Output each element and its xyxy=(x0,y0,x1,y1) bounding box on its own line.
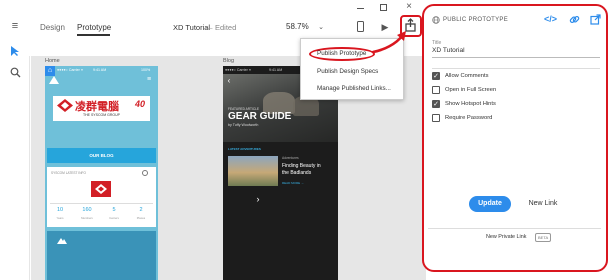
close-icon[interactable]: × xyxy=(404,2,414,12)
status-time: 9:41 AM xyxy=(93,68,107,72)
status-carrier: ●●●●○ Carrier ≡ xyxy=(225,68,251,72)
divider xyxy=(50,203,153,204)
require-password-checkbox[interactable] xyxy=(432,114,440,122)
read-more-link[interactable]: READ MORE → xyxy=(282,181,304,185)
menu-item-publish-prototype[interactable]: Publish Prototype xyxy=(317,50,366,57)
stat-value: 5 xyxy=(112,207,116,213)
stat-label: Centers xyxy=(109,216,119,220)
maximize-icon[interactable] xyxy=(380,4,387,11)
menu-item-publish-design-specs[interactable]: Publish Design Specs xyxy=(317,68,378,75)
publish-panel: PUBLIC PROTOTYPE </> Title XD Tutorial A… xyxy=(422,4,608,272)
title-input[interactable]: XD Tutorial xyxy=(432,47,600,58)
open-external-icon[interactable] xyxy=(590,14,601,25)
new-private-link[interactable]: New Private Link xyxy=(486,234,526,240)
syscom-logo-icon xyxy=(57,99,73,112)
status-battery: 100% xyxy=(141,68,151,72)
require-password-label: Require Password xyxy=(445,115,493,121)
status-time: 9:41 AM xyxy=(269,68,283,72)
artboard-label-home: Home xyxy=(45,58,60,64)
card-logo-icon xyxy=(91,181,111,197)
beta-badge: BETA xyxy=(535,233,552,242)
hamburger-icon[interactable]: ≡ xyxy=(9,21,21,32)
show-hotspot-hints-checkbox[interactable] xyxy=(432,100,440,108)
card-title: SYSCOM LATEST INFO xyxy=(51,171,86,175)
zoom-level[interactable]: 58.7% xyxy=(286,22,309,31)
post-tag: Adventures xyxy=(282,156,299,160)
tab-prototype[interactable]: Prototype xyxy=(77,23,111,32)
post-title: the Badlands xyxy=(282,170,312,176)
divider xyxy=(432,68,600,69)
latest-label: LATEST ADVENTURES xyxy=(228,147,261,151)
status-carrier: ●●●●○ Carrier ≡ xyxy=(57,68,83,72)
active-tab-indicator xyxy=(77,34,110,36)
clock-icon xyxy=(142,170,148,176)
open-full-screen-checkbox[interactable] xyxy=(432,86,440,94)
brand-banner: 凌群電腦 THE SYSCOM GROUP 40 xyxy=(53,96,150,121)
stat-label: Members xyxy=(81,216,93,220)
home-bottom-card xyxy=(47,231,156,280)
our-blog-button[interactable]: OUR BLOG xyxy=(47,148,156,163)
next-icon[interactable]: › xyxy=(254,194,262,204)
tool-rail xyxy=(0,46,30,280)
device-icon[interactable] xyxy=(357,21,364,32)
globe-icon xyxy=(432,16,440,24)
byline: by Tuffy Woolworth xyxy=(228,123,259,127)
back-icon[interactable]: ‹ xyxy=(225,76,233,86)
hero-title: GEAR GUIDE xyxy=(228,111,292,122)
link-icon[interactable] xyxy=(569,14,580,25)
stat-value: 2 xyxy=(139,207,143,213)
stat-label: Places xyxy=(136,216,146,220)
doc-status: Edited xyxy=(215,23,237,32)
panel-heading: PUBLIC PROTOTYPE xyxy=(443,17,509,23)
brand-name: 凌群電腦 xyxy=(75,101,119,113)
open-full-screen-label: Open in Full Screen xyxy=(445,87,497,93)
post-title: Finding Beauty in xyxy=(282,163,321,169)
allow-comments-label: Allow Comments xyxy=(445,73,489,79)
menu-icon[interactable]: ≡ xyxy=(145,75,153,85)
separator: — xyxy=(205,23,213,32)
mountain-icon xyxy=(57,238,67,244)
zoom-icon[interactable] xyxy=(10,67,21,78)
stat-value: 10 xyxy=(56,207,64,213)
chevron-down-icon[interactable]: ⌄ xyxy=(316,23,326,33)
post-thumbnail xyxy=(228,156,278,186)
title-field-label: Title xyxy=(432,40,442,46)
home-icon[interactable]: ⌂ xyxy=(45,66,55,76)
artboard-label-blog: Blog xyxy=(223,58,235,64)
stat-label: Years xyxy=(56,216,64,220)
annotation-arrow xyxy=(371,31,406,54)
new-link-button[interactable]: New Link xyxy=(524,198,562,210)
anniversary-badge: 40 xyxy=(135,99,146,109)
artboard-home[interactable]: ⌂ ●●●●○ Carrier ≡ 9:41 AM 100% ≡ 凌群電腦 TH… xyxy=(45,66,158,280)
update-button[interactable]: Update xyxy=(469,196,511,212)
tab-design[interactable]: Design xyxy=(40,23,65,32)
allow-comments-checkbox[interactable] xyxy=(432,72,440,80)
brand-sub: THE SYSCOM GROUP xyxy=(83,113,120,117)
show-hotspot-hints-label: Show Hotspot Hints xyxy=(445,101,496,107)
logo-icon xyxy=(49,76,59,84)
menu-item-manage-links[interactable]: Manage Published Links... xyxy=(317,85,391,92)
divider xyxy=(428,228,601,229)
info-card: SYSCOM LATEST INFO 10 160 5 2 Years Memb… xyxy=(47,167,156,227)
select-arrow-icon[interactable] xyxy=(10,45,20,57)
embed-icon[interactable]: </> xyxy=(544,14,557,24)
hero-spacer xyxy=(45,122,158,148)
minimize-icon[interactable] xyxy=(357,8,364,9)
stat-value: 160 xyxy=(82,207,92,213)
